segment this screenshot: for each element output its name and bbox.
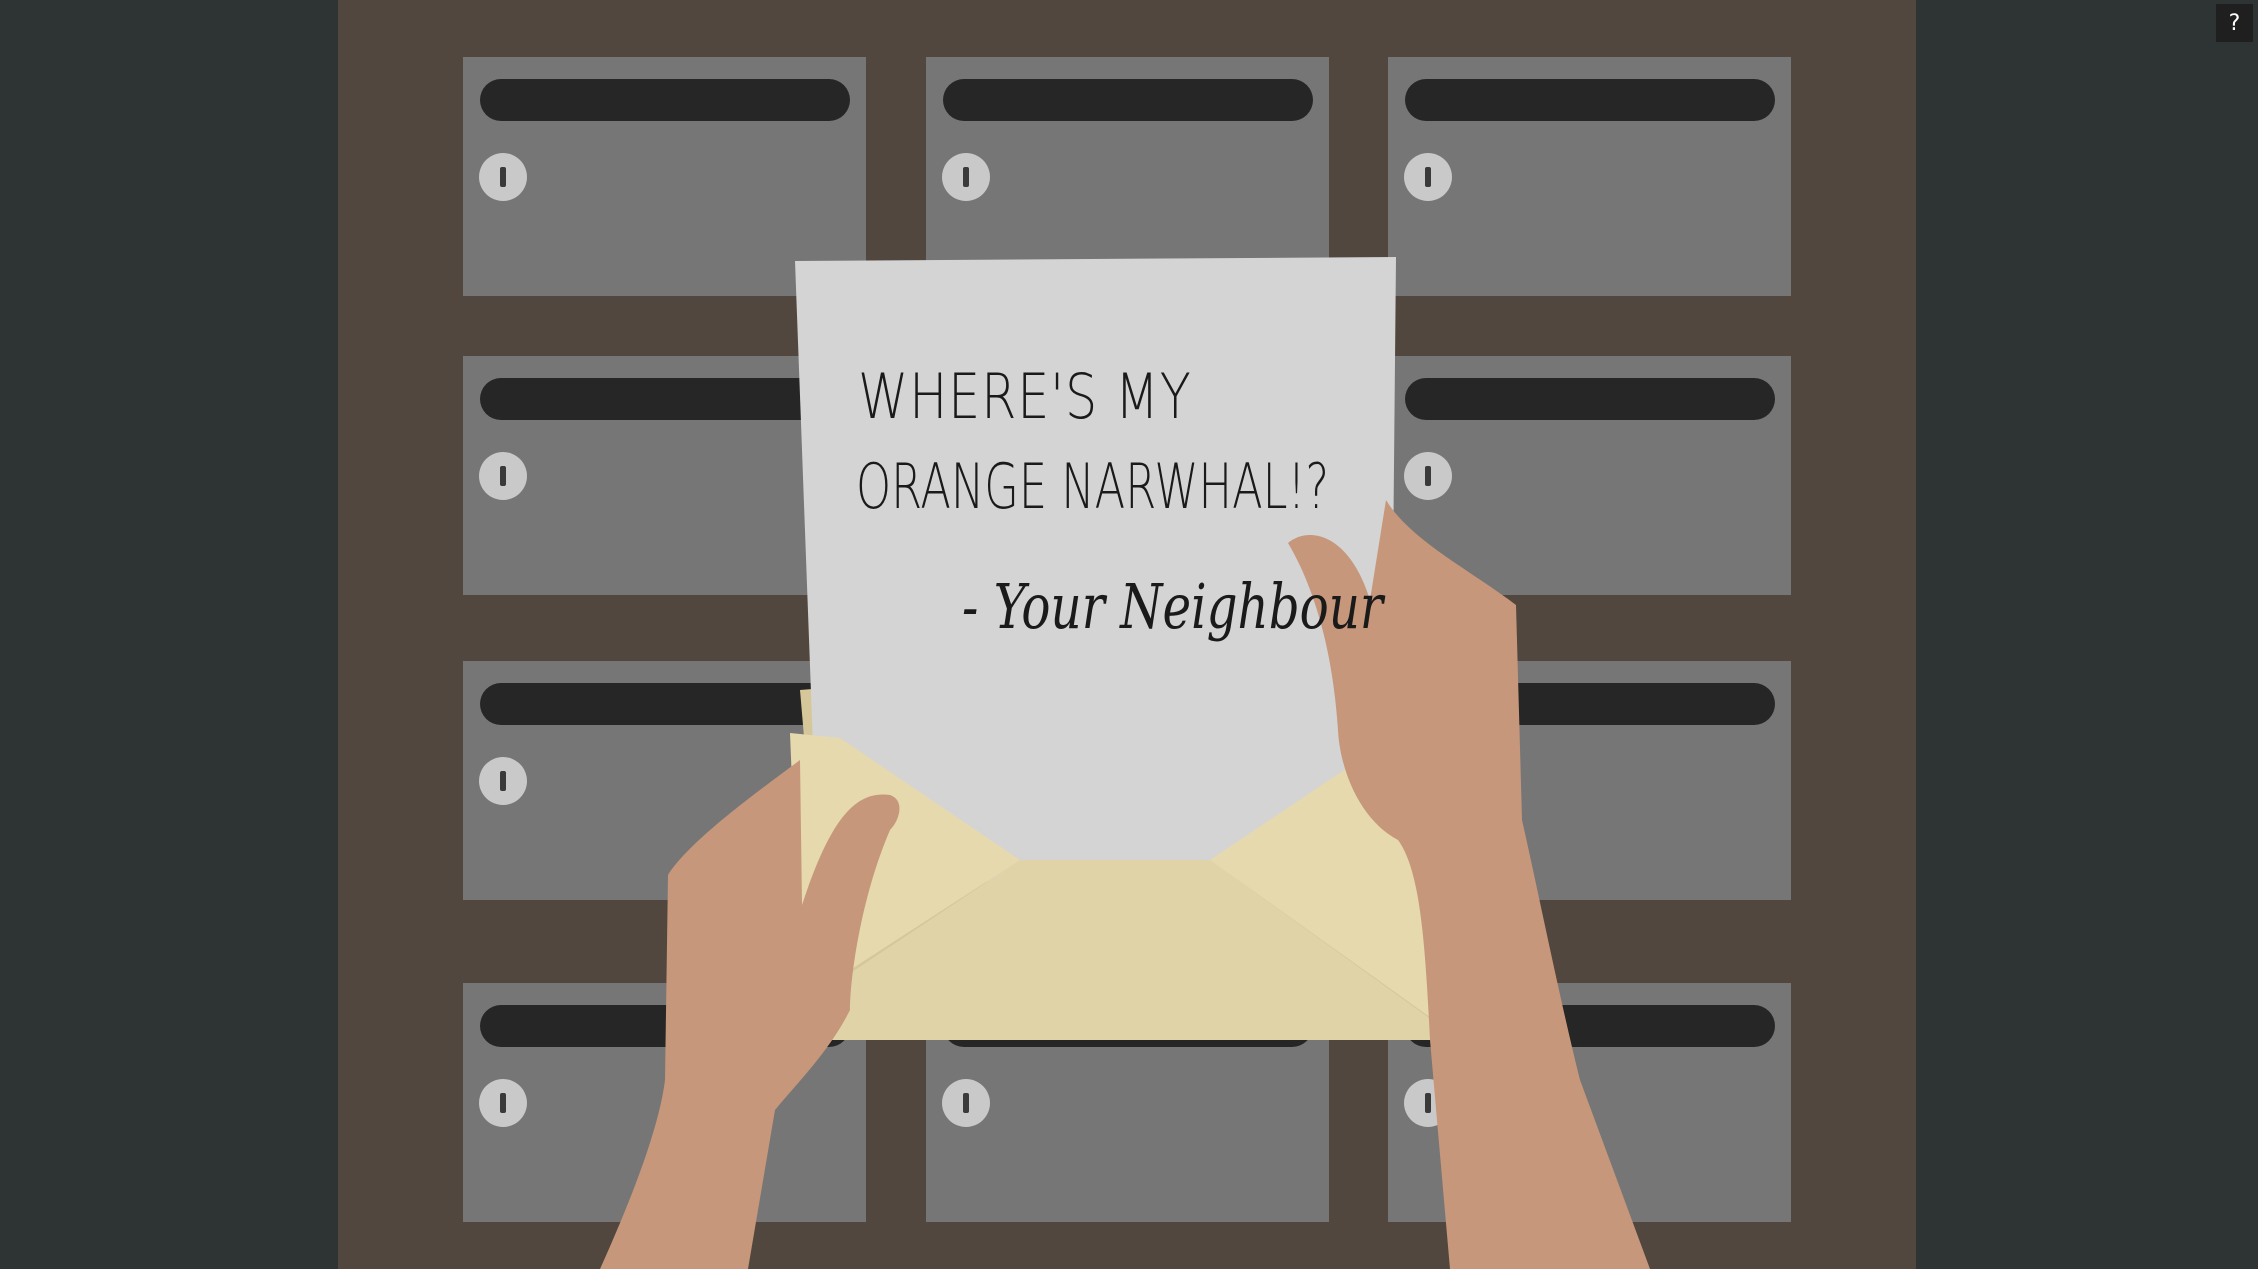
letter-illustration xyxy=(600,257,1650,1269)
help-button[interactable]: ? xyxy=(2216,4,2253,42)
